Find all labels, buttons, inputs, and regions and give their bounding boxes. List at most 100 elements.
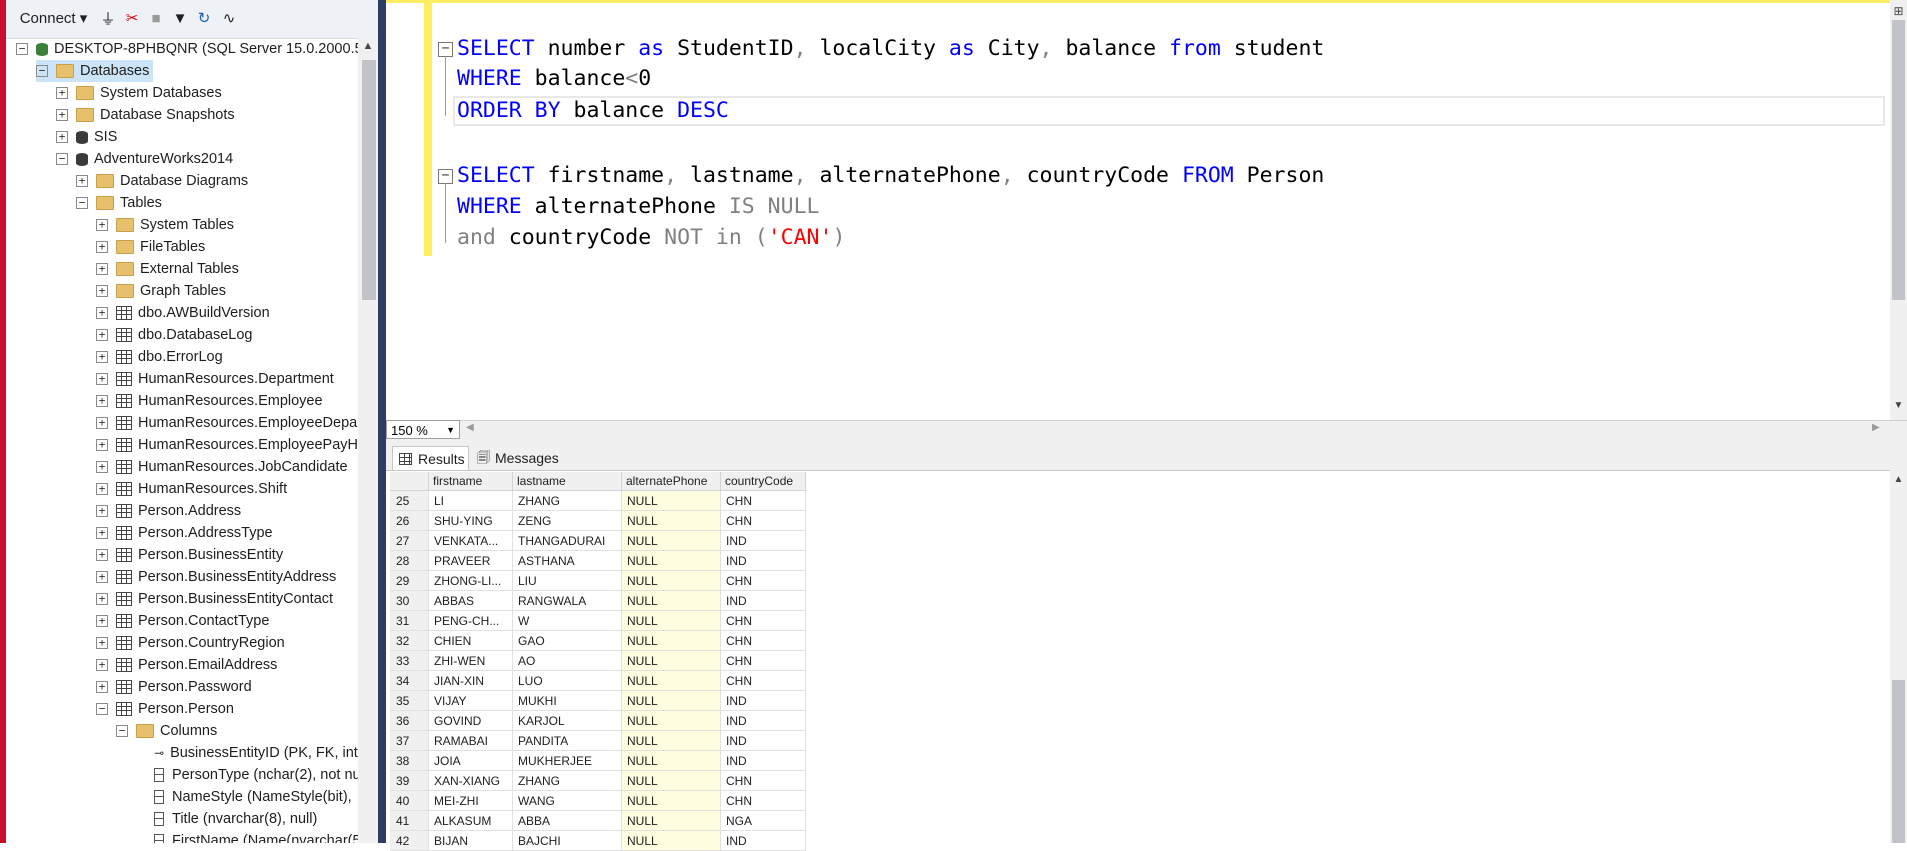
- tree-node[interactable]: − Person.Person: [96, 698, 234, 720]
- tree-node[interactable]: + Person.CountryRegion: [96, 632, 285, 654]
- tree-node[interactable]: − Tables: [76, 192, 162, 214]
- tree-node[interactable]: + Person.Password: [96, 676, 252, 698]
- expand-icon[interactable]: +: [96, 483, 108, 495]
- tree-node[interactable]: + External Tables: [96, 258, 239, 280]
- grid-cell[interactable]: KARJOL: [513, 711, 622, 731]
- scroll-up-icon[interactable]: ▲: [360, 40, 376, 56]
- grid-cell[interactable]: MUKHERJEE: [513, 751, 622, 771]
- grid-cell[interactable]: NULL: [622, 671, 721, 691]
- tree-node[interactable]: + HumanResources.EmployeePayHis: [96, 434, 358, 456]
- grid-cell[interactable]: LUO: [513, 671, 622, 691]
- grid-cell[interactable]: PANDITA: [513, 731, 622, 751]
- grid-cell[interactable]: ABBAS: [429, 591, 513, 611]
- tree-node[interactable]: + Graph Tables: [96, 280, 226, 302]
- grid-cell[interactable]: IND: [721, 831, 806, 851]
- zoom-select[interactable]: 150 % ▼: [386, 420, 460, 439]
- expand-icon[interactable]: +: [96, 329, 108, 341]
- row-number[interactable]: 40: [390, 791, 429, 811]
- tree-node[interactable]: − AdventureWorks2014: [56, 148, 233, 170]
- expand-icon[interactable]: +: [76, 175, 88, 187]
- grid-cell[interactable]: MUKHI: [513, 691, 622, 711]
- grid-cell[interactable]: JIAN-XIN: [429, 671, 513, 691]
- grid-cell[interactable]: RANGWALA: [513, 591, 622, 611]
- expand-icon[interactable]: +: [96, 285, 108, 297]
- grid-cell[interactable]: AO: [513, 651, 622, 671]
- grid-cell[interactable]: MEI-ZHI: [429, 791, 513, 811]
- row-number[interactable]: 38: [390, 751, 429, 771]
- collapse-icon[interactable]: −: [438, 169, 453, 184]
- tree-node[interactable]: + Database Diagrams: [76, 170, 248, 192]
- tree-node[interactable]: + dbo.DatabaseLog: [96, 324, 253, 346]
- grid-cell[interactable]: CHN: [721, 511, 806, 531]
- column-header[interactable]: alternatePhone: [622, 472, 721, 491]
- grid-cell[interactable]: NULL: [622, 571, 721, 591]
- grid-cell[interactable]: BAJCHI: [513, 831, 622, 851]
- grid-cell[interactable]: ABBA: [513, 811, 622, 831]
- grid-cell[interactable]: RAMABAI: [429, 731, 513, 751]
- row-number[interactable]: 39: [390, 771, 429, 791]
- collapse-icon[interactable]: −: [438, 42, 453, 57]
- row-number[interactable]: 25: [390, 491, 429, 511]
- refresh-icon[interactable]: ↻: [194, 7, 214, 29]
- expand-icon[interactable]: +: [96, 505, 108, 517]
- grid-cell[interactable]: CHIEN: [429, 631, 513, 651]
- grid-cell[interactable]: IND: [721, 531, 806, 551]
- grid-cell[interactable]: IND: [721, 751, 806, 771]
- expand-icon[interactable]: +: [56, 109, 68, 121]
- grid-cell[interactable]: IND: [721, 551, 806, 571]
- tree-node[interactable]: + System Tables: [96, 214, 234, 236]
- grid-cell[interactable]: CHN: [721, 791, 806, 811]
- grid-cell[interactable]: NULL: [622, 811, 721, 831]
- grid-cell[interactable]: ASTHANA: [513, 551, 622, 571]
- grid-cell[interactable]: NULL: [622, 731, 721, 751]
- tree-node[interactable]: + Person.BusinessEntityContact: [96, 588, 333, 610]
- collapse-icon[interactable]: −: [76, 197, 88, 209]
- grid-cell[interactable]: NULL: [622, 771, 721, 791]
- tree-node[interactable]: − Columns: [116, 720, 217, 742]
- tree-node[interactable]: + HumanResources.Shift: [96, 478, 287, 500]
- expand-icon[interactable]: +: [56, 131, 68, 143]
- expand-icon[interactable]: +: [56, 87, 68, 99]
- row-number[interactable]: 37: [390, 731, 429, 751]
- row-number[interactable]: 33: [390, 651, 429, 671]
- tree-node[interactable]: + Person.EmailAddress: [96, 654, 277, 676]
- grid-cell[interactable]: ALKASUM: [429, 811, 513, 831]
- row-number[interactable]: 31: [390, 611, 429, 631]
- grid-cell[interactable]: NULL: [622, 511, 721, 531]
- expand-icon[interactable]: +: [96, 263, 108, 275]
- grid-cell[interactable]: JOIA: [429, 751, 513, 771]
- tree-node-server[interactable]: − DESKTOP-8PHBQNR (SQL Server 15.0.2000.…: [16, 38, 358, 60]
- grid-cell[interactable]: CHN: [721, 611, 806, 631]
- expand-icon[interactable]: +: [96, 461, 108, 473]
- grid-cell[interactable]: CHN: [721, 771, 806, 791]
- collapse-icon[interactable]: −: [96, 703, 108, 715]
- tree-node[interactable]: + System Databases: [56, 82, 222, 104]
- expand-icon[interactable]: +: [96, 615, 108, 627]
- grid-cell[interactable]: VENKATA...: [429, 531, 513, 551]
- row-number[interactable]: 34: [390, 671, 429, 691]
- grid-cell[interactable]: NULL: [622, 551, 721, 571]
- grid-cell[interactable]: IND: [721, 691, 806, 711]
- scroll-right-icon[interactable]: ▶: [1872, 422, 1880, 433]
- grid-scrollbar-thumb[interactable]: [1892, 680, 1905, 843]
- tree-node[interactable]: PersonType (nchar(2), not nu: [154, 764, 358, 786]
- tree-node[interactable]: + FileTables: [96, 236, 205, 258]
- column-header[interactable]: countryCode: [721, 472, 806, 491]
- grid-cell[interactable]: NULL: [622, 611, 721, 631]
- grid-cell[interactable]: IND: [721, 731, 806, 751]
- grid-cell[interactable]: ZHANG: [513, 491, 622, 511]
- grid-cell[interactable]: BIJAN: [429, 831, 513, 851]
- grid-cell[interactable]: XAN-XIANG: [429, 771, 513, 791]
- expand-icon[interactable]: +: [96, 307, 108, 319]
- tree-node[interactable]: + Person.BusinessEntity: [96, 544, 283, 566]
- grid-cell[interactable]: NULL: [622, 651, 721, 671]
- grid-cell[interactable]: VIJAY: [429, 691, 513, 711]
- grid-cell[interactable]: NULL: [622, 711, 721, 731]
- disconnect-icon[interactable]: ✂: [122, 7, 142, 29]
- grid-cell[interactable]: NULL: [622, 691, 721, 711]
- scroll-down-icon[interactable]: ▼: [1892, 400, 1905, 414]
- expand-icon[interactable]: +: [96, 659, 108, 671]
- collapse-icon[interactable]: −: [36, 65, 48, 77]
- stop-icon[interactable]: ■: [146, 7, 166, 29]
- grid-cell[interactable]: W: [513, 611, 622, 631]
